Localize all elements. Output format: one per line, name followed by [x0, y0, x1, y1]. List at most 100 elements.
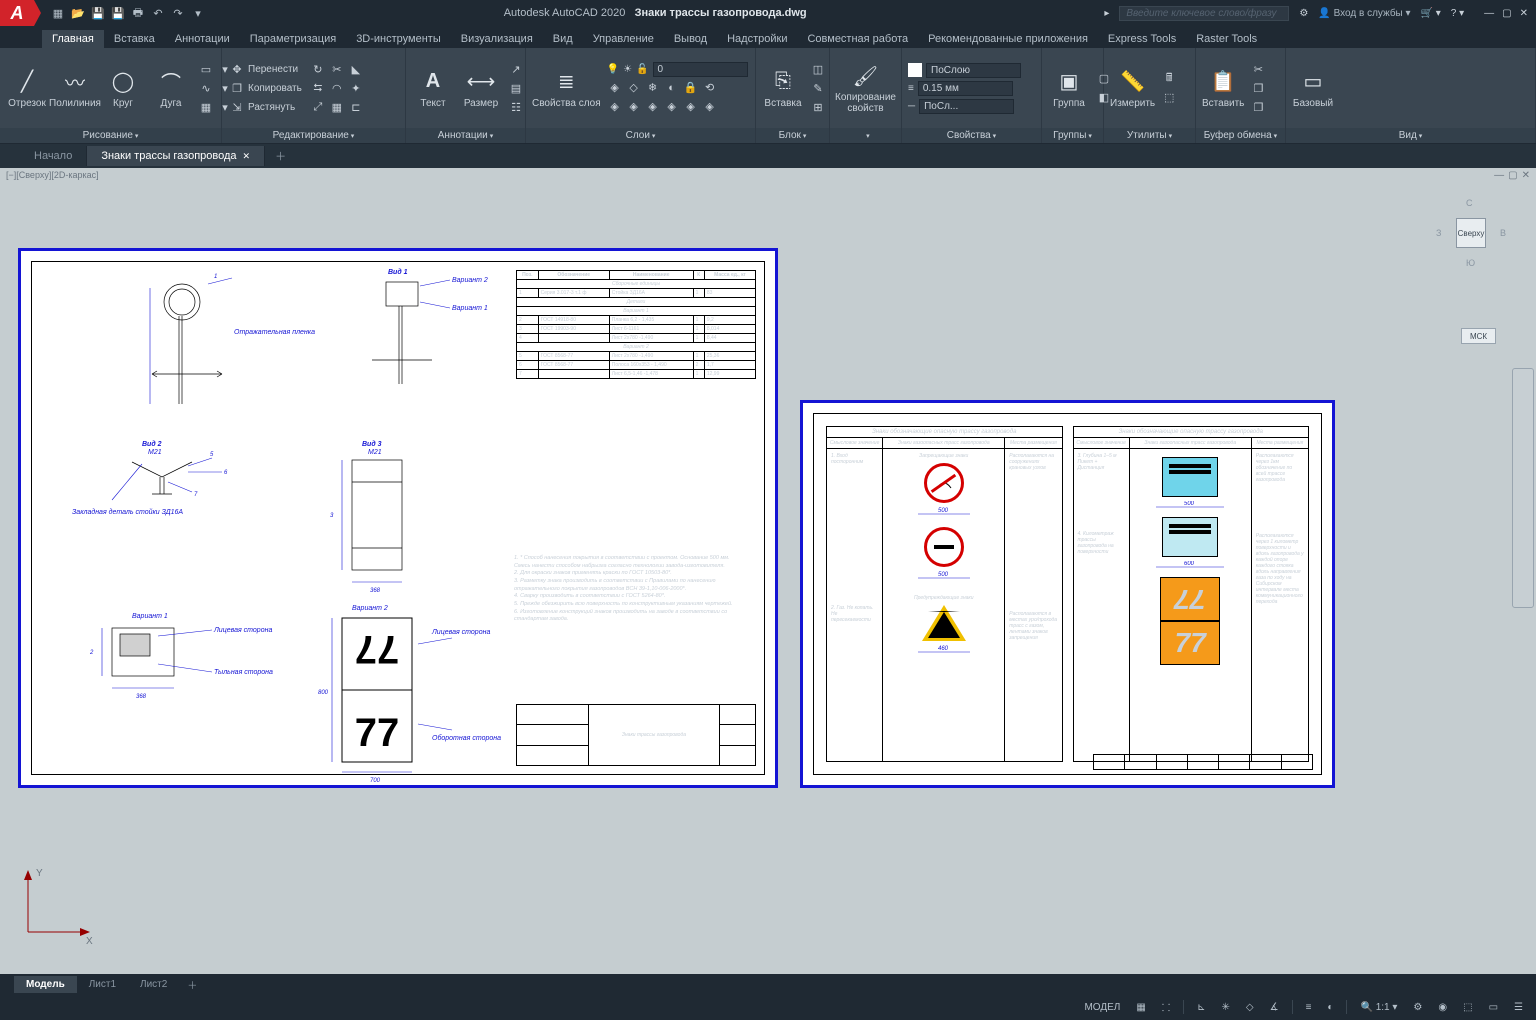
- isolate-icon[interactable]: ◉: [1435, 1002, 1450, 1013]
- panel-title-props[interactable]: Свойства: [902, 128, 1041, 143]
- tab-raster[interactable]: Raster Tools: [1186, 30, 1267, 48]
- rotate-icon[interactable]: ↻: [310, 61, 326, 77]
- line-button[interactable]: ╱Отрезок: [6, 68, 48, 109]
- panel-title-layers[interactable]: Слои: [526, 128, 755, 143]
- laylck-icon[interactable]: 🔒: [683, 80, 699, 96]
- custom-icon[interactable]: ☰: [1511, 1002, 1526, 1013]
- tab-visualize[interactable]: Визуализация: [451, 30, 543, 48]
- redo-icon[interactable]: ↷: [170, 5, 186, 21]
- copybase-icon[interactable]: ❐: [1250, 99, 1266, 115]
- lineweight-icon[interactable]: ≡: [1303, 1002, 1315, 1013]
- linetype-select[interactable]: ─ПоСл...: [908, 99, 1021, 114]
- color-select[interactable]: ПоСлою: [908, 63, 1021, 78]
- panel-title-groups[interactable]: Группы: [1042, 128, 1103, 143]
- osnap-icon[interactable]: ◇: [1243, 1002, 1257, 1013]
- minimize-icon[interactable]: —: [1484, 8, 1494, 19]
- panel-title-clip[interactable]: Буфер обмена: [1196, 128, 1285, 143]
- search-play-icon[interactable]: ▸: [1104, 8, 1109, 19]
- array-icon[interactable]: ▦: [329, 99, 345, 115]
- calc-icon[interactable]: 🖩: [1161, 71, 1177, 87]
- attr-icon[interactable]: ⊞: [810, 99, 826, 115]
- trim-icon[interactable]: ✂: [329, 61, 345, 77]
- close-tab-icon[interactable]: ✕: [243, 151, 251, 161]
- lay-icon[interactable]: ◈: [664, 99, 680, 115]
- tab-featured[interactable]: Рекомендованные приложения: [918, 30, 1098, 48]
- nav-bar[interactable]: [1512, 368, 1534, 608]
- layerprops-button[interactable]: ≣Свойства слоя: [532, 68, 601, 109]
- layfrz-icon[interactable]: ❄: [645, 80, 661, 96]
- fillet-icon[interactable]: ◠: [329, 80, 345, 96]
- measure-button[interactable]: 📏Измерить: [1110, 68, 1155, 109]
- laymch-icon[interactable]: ⟲: [702, 80, 718, 96]
- polar-icon[interactable]: ✳: [1219, 1002, 1233, 1013]
- edit-icon[interactable]: ✎: [810, 80, 826, 96]
- save-icon[interactable]: 💾: [90, 5, 106, 21]
- baseview-button[interactable]: ▭Базовый: [1292, 68, 1334, 109]
- restore-icon[interactable]: ▢: [1502, 8, 1511, 19]
- lineweight-select[interactable]: ≡0.15 мм: [908, 81, 1021, 96]
- layiso-icon[interactable]: ◇: [626, 80, 642, 96]
- ucs-icon[interactable]: YX: [18, 864, 98, 944]
- modelspace-toggle[interactable]: МОДЕЛ: [1081, 1002, 1123, 1013]
- new-icon[interactable]: ▦: [50, 5, 66, 21]
- circle-button[interactable]: ◯Круг: [102, 68, 144, 109]
- saveas-icon[interactable]: 💾: [110, 5, 126, 21]
- search-input[interactable]: Введите ключевое слово/фразу: [1119, 6, 1289, 21]
- copy-button[interactable]: ❐Копировать: [228, 80, 304, 96]
- panel-title-annot[interactable]: Аннотации: [406, 128, 525, 143]
- viewcube-face[interactable]: Сверху: [1456, 218, 1486, 248]
- gear-icon[interactable]: ⚙: [1410, 1002, 1425, 1013]
- tab-express[interactable]: Express Tools: [1098, 30, 1186, 48]
- stretch-button[interactable]: ⇲Растянуть: [228, 99, 304, 115]
- panel-title-view[interactable]: Вид: [1286, 128, 1535, 143]
- paste-button[interactable]: 📋Вставить: [1202, 68, 1244, 109]
- close-icon[interactable]: ✕: [1520, 8, 1528, 19]
- cut-icon[interactable]: ✂: [1250, 61, 1266, 77]
- qat-more-icon[interactable]: ▾: [190, 5, 206, 21]
- offset-icon[interactable]: ⊏: [348, 99, 364, 115]
- viewcube[interactable]: С Ю З В Сверху: [1436, 198, 1506, 268]
- doc-close-icon[interactable]: ✕: [1522, 170, 1530, 181]
- table-icon[interactable]: ▤: [508, 80, 524, 96]
- rect-icon[interactable]: ▭: [198, 61, 214, 77]
- panel-title-block[interactable]: Блок: [756, 128, 829, 143]
- tab-manage[interactable]: Управление: [583, 30, 664, 48]
- panel-title-utils[interactable]: Утилиты: [1104, 128, 1195, 143]
- mtext-icon[interactable]: ☷: [508, 99, 524, 115]
- spline-icon[interactable]: ∿: [198, 80, 214, 96]
- laymcur-icon[interactable]: ◈: [607, 80, 623, 96]
- tab-addins[interactable]: Надстройки: [717, 30, 797, 48]
- tab-layout-2[interactable]: Лист2: [128, 976, 179, 993]
- create-icon[interactable]: ◫: [810, 61, 826, 77]
- group-button[interactable]: ▣Группа: [1048, 68, 1090, 109]
- snap-icon[interactable]: ⸬: [1159, 1000, 1173, 1014]
- tab-view[interactable]: Вид: [543, 30, 583, 48]
- tab-layout-1[interactable]: Лист1: [77, 976, 128, 993]
- tab-insert[interactable]: Вставка: [104, 30, 165, 48]
- panel-title-draw[interactable]: Рисование: [0, 128, 221, 143]
- tab-home[interactable]: Главная: [42, 30, 104, 48]
- lay-icon[interactable]: ◈: [702, 99, 718, 115]
- tab-output[interactable]: Вывод: [664, 30, 717, 48]
- tab-3dtools[interactable]: 3D-инструменты: [346, 30, 451, 48]
- layoff-icon[interactable]: ◐: [664, 80, 680, 96]
- open-icon[interactable]: 📂: [70, 5, 86, 21]
- panel-title-match[interactable]: [830, 128, 901, 143]
- doc-min-icon[interactable]: —: [1494, 170, 1504, 181]
- transparency-icon[interactable]: ◐: [1324, 1002, 1336, 1013]
- dim-button[interactable]: ⟷Размер: [460, 68, 502, 109]
- lay-icon[interactable]: ◈: [683, 99, 699, 115]
- move-button[interactable]: ✥Перенести: [228, 61, 304, 77]
- tab-annotate[interactable]: Аннотации: [165, 30, 240, 48]
- text-button[interactable]: AТекст: [412, 68, 454, 109]
- help-icon[interactable]: ? ▾: [1451, 8, 1464, 19]
- plot-icon[interactable]: 🖶: [130, 5, 146, 21]
- otrack-icon[interactable]: ∡: [1267, 1002, 1282, 1013]
- arc-button[interactable]: ⌒Дуга: [150, 68, 192, 109]
- clean-icon[interactable]: ▭: [1486, 1002, 1501, 1013]
- infocenter-icon[interactable]: ⚙: [1299, 8, 1308, 19]
- annoscale-icon[interactable]: 🔍 1:1 ▾: [1357, 1002, 1400, 1013]
- wcs-badge[interactable]: МСК: [1461, 328, 1496, 344]
- panel-title-modify[interactable]: Редактирование: [222, 128, 405, 143]
- matchprops-button[interactable]: 🖌Копирование свойств: [836, 62, 895, 114]
